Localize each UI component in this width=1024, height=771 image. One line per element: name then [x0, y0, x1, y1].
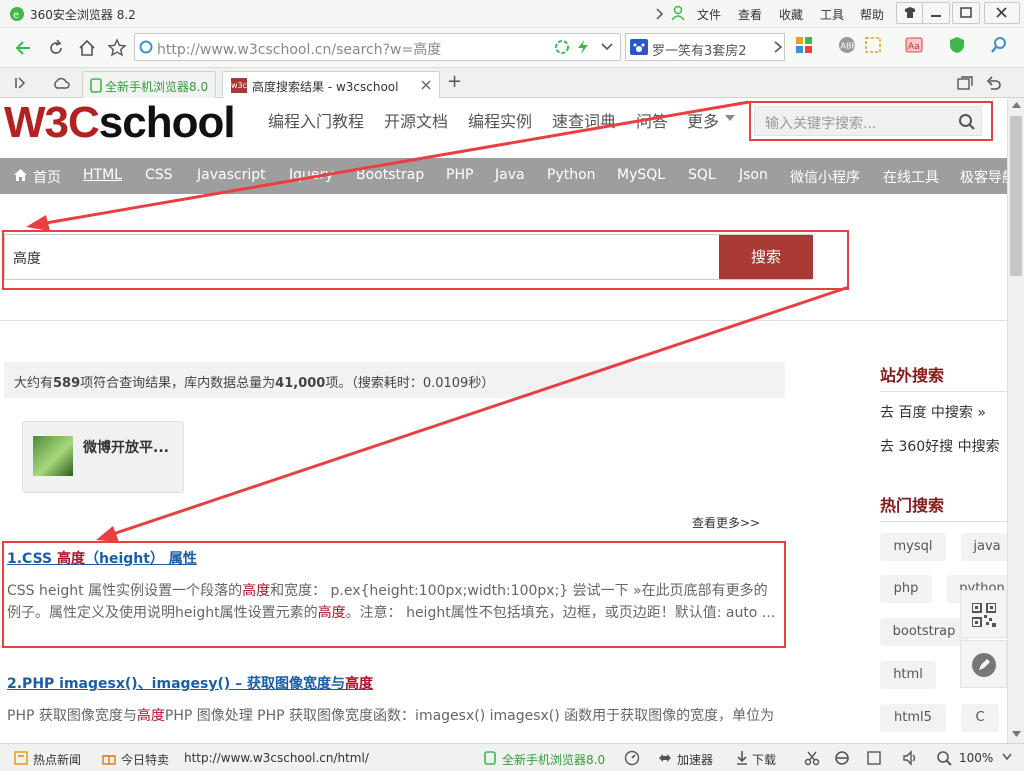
scissors-icon[interactable]	[804, 750, 820, 766]
baidu-paw-icon[interactable]	[630, 39, 648, 55]
web-page: W3Cschool 编程入门教程 开源文档 编程实例 速查词典 问答 更多 输入…	[0, 98, 1007, 743]
back-icon[interactable]	[14, 38, 34, 58]
refresh-icon[interactable]	[46, 38, 66, 58]
mobile-phone-icon	[90, 78, 102, 93]
skin-button[interactable]	[896, 2, 924, 24]
w3c-favicon: w3c	[231, 78, 247, 93]
tab-bar: 全新手机浏览器8.0 w3c 高度搜索结果 - w3cschool +	[0, 68, 1024, 98]
scrollbar-thumb[interactable]	[1010, 116, 1022, 276]
menu-file[interactable]: 文件	[697, 6, 721, 23]
chevron-down-icon[interactable]	[600, 42, 614, 52]
adblock-icon[interactable]: ABP	[838, 36, 856, 54]
chevron-right-icon[interactable]	[655, 7, 665, 21]
download-icon	[737, 751, 747, 765]
ie-icon[interactable]	[834, 750, 850, 766]
tab-list-icon[interactable]	[957, 75, 973, 91]
minimize-button[interactable]	[922, 2, 950, 24]
accelerator-icon	[659, 754, 671, 762]
annotation-arrows	[26, 100, 850, 542]
news-icon	[14, 751, 28, 765]
globe-icon	[139, 40, 153, 54]
maximize-button[interactable]	[952, 2, 980, 24]
toolbar-search-box[interactable]: 罗一笑有3套房2	[625, 33, 785, 61]
chevron-down-icon[interactable]	[1002, 753, 1012, 761]
status-zoom-level[interactable]: 100%	[959, 751, 993, 765]
apps-icon[interactable]	[795, 36, 813, 54]
volume-icon[interactable]	[902, 750, 918, 766]
lightning-icon[interactable]	[576, 39, 590, 55]
undo-close-icon[interactable]	[986, 75, 1002, 91]
status-news[interactable]: 热点新闻	[33, 751, 81, 768]
speed-gauge-icon[interactable]	[624, 750, 640, 766]
window-title: 360安全浏览器 8.2	[30, 8, 136, 22]
tab-label: 全新手机浏览器8.0	[105, 80, 209, 94]
scroll-up-icon[interactable]	[1012, 102, 1021, 108]
status-promo[interactable]: 全新手机浏览器8.0	[502, 751, 605, 768]
user-icon[interactable]	[670, 5, 686, 21]
toolbar-magnifier-icon[interactable]	[990, 36, 1008, 54]
zoom-icon[interactable]	[936, 750, 952, 766]
close-window-button[interactable]	[984, 2, 1020, 24]
svg-text:ABP: ABP	[841, 42, 857, 51]
close-tab-icon[interactable]	[421, 80, 431, 90]
home-icon[interactable]	[77, 38, 97, 58]
shield-check-icon[interactable]	[555, 40, 569, 54]
menu-help[interactable]: 帮助	[860, 6, 884, 23]
sidebar-toggle-icon[interactable]	[14, 76, 28, 90]
star-icon[interactable]	[107, 38, 127, 58]
window-icon[interactable]	[866, 750, 882, 766]
scroll-down-icon[interactable]	[1012, 731, 1021, 737]
address-bar[interactable]: http://www.w3cschool.cn/search?w=高度	[134, 33, 621, 61]
tab-mobile-browser[interactable]: 全新手机浏览器8.0	[82, 71, 216, 98]
tab-search-results[interactable]: w3c 高度搜索结果 - w3cschool	[222, 71, 440, 98]
status-bar: 热点新闻 今日特卖 http://www.w3cschool.cn/html/ …	[0, 743, 1024, 771]
browser-titlebar: e 360安全浏览器 8.2 文件 查看 收藏 工具 帮助	[0, 0, 1024, 28]
cloud-icon[interactable]	[52, 76, 70, 90]
security-guard-icon[interactable]	[948, 36, 966, 54]
status-deals[interactable]: 今日特卖	[121, 751, 169, 768]
toolbar-search-text[interactable]: 罗一笑有3套房2	[652, 40, 777, 59]
browser-toolbar: http://www.w3cschool.cn/search?w=高度 罗一笑有…	[0, 28, 1024, 68]
status-hover-url: http://www.w3cschool.cn/html/	[184, 751, 369, 765]
gift-icon	[102, 755, 116, 765]
menu-favorites[interactable]: 收藏	[779, 6, 803, 23]
translate-icon[interactable]: Aa	[905, 36, 923, 54]
menu-view[interactable]: 查看	[738, 6, 762, 23]
toolbar-search-submit-icon[interactable]	[772, 40, 784, 54]
browser-logo-icon: e	[10, 7, 24, 21]
menu-tools[interactable]: 工具	[820, 6, 844, 23]
url-text[interactable]: http://www.w3cschool.cn/search?w=高度	[157, 39, 441, 59]
screenshot-icon[interactable]	[864, 36, 882, 54]
tab-label: 高度搜索结果 - w3cschool	[252, 80, 399, 94]
svg-text:e: e	[13, 10, 19, 21]
svg-text:Aa: Aa	[908, 42, 920, 52]
status-download[interactable]: 下载	[752, 751, 776, 768]
vertical-scrollbar[interactable]	[1007, 98, 1024, 743]
status-accelerator[interactable]: 加速器	[677, 751, 713, 768]
mobile-phone-icon	[484, 751, 496, 765]
new-tab-button[interactable]: +	[447, 71, 462, 92]
